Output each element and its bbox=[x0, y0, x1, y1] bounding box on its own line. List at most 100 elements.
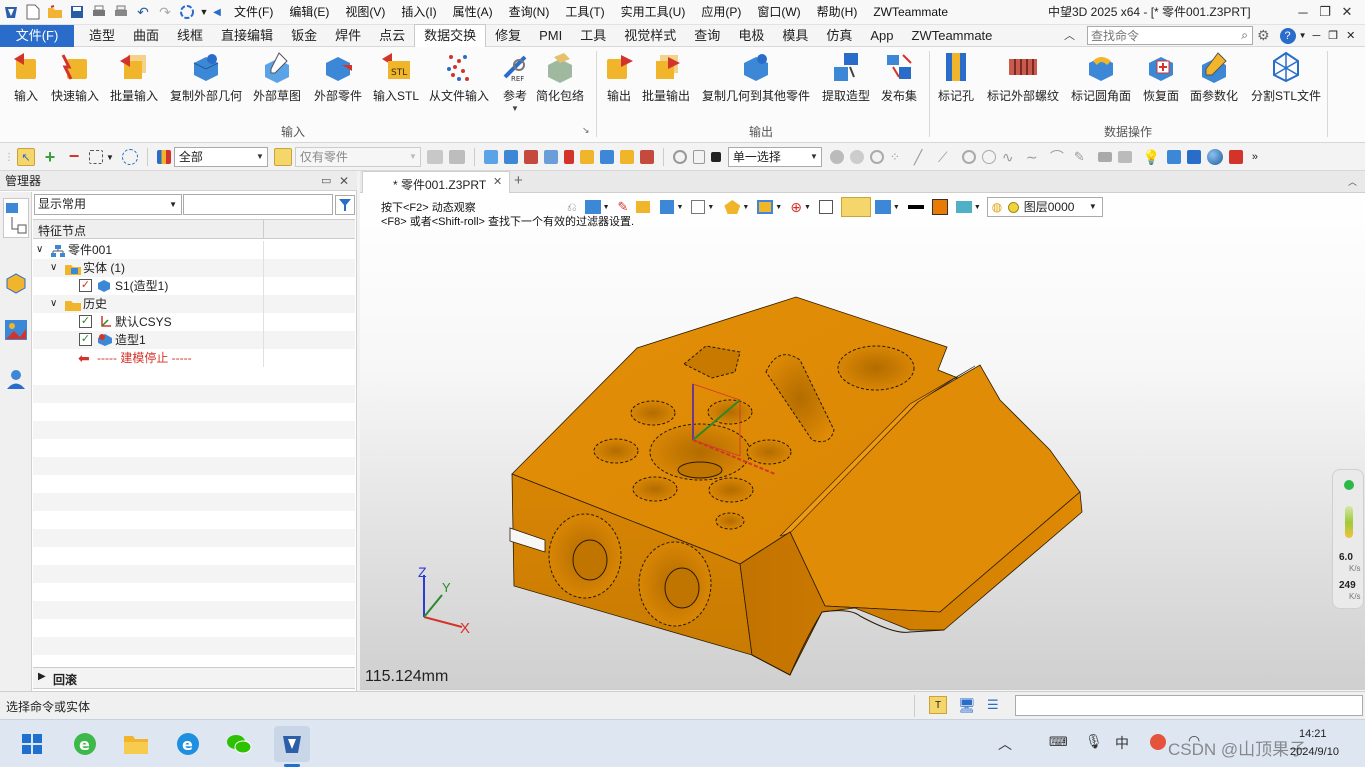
snap-curve-icon[interactable]: ∿ bbox=[1002, 148, 1020, 166]
mark-fillet-face-button[interactable]: 标记圆角面 bbox=[1071, 51, 1131, 104]
simplified-envelope-button[interactable]: 简化包络 bbox=[536, 51, 584, 104]
image-view-icon[interactable] bbox=[4, 319, 28, 344]
tab-modeling[interactable]: 造型 bbox=[80, 25, 124, 47]
tree-column-header[interactable]: 特征节点 bbox=[33, 219, 355, 239]
menu-view[interactable]: 视图(V) bbox=[337, 0, 393, 25]
snap-pen-icon[interactable]: ✎ bbox=[1074, 148, 1092, 166]
tab-point-cloud[interactable]: 点云 bbox=[370, 25, 414, 47]
doc-close-icon[interactable]: ✕ bbox=[1346, 29, 1355, 42]
tree-row-shape[interactable]: ✓ 造型1 bbox=[33, 331, 355, 349]
snap-plane-icon[interactable] bbox=[1097, 152, 1112, 162]
collapse-arrow-icon[interactable]: ◀ bbox=[210, 1, 224, 23]
expand-solids-icon[interactable]: ∨ bbox=[50, 259, 57, 277]
lasso-select-icon[interactable] bbox=[121, 149, 138, 165]
3d-viewport[interactable]: 按下<F2> 动态观察 <F8> 或者<Shift-roll> 查找下一个有效的… bbox=[360, 193, 1365, 690]
import-from-file-button[interactable]: 从文件输入 bbox=[429, 51, 489, 104]
reference-button[interactable]: REF 参考 ▼ bbox=[499, 51, 531, 113]
rollback-panel[interactable]: ▶ 回滚 bbox=[33, 667, 355, 689]
snap-solid-icon[interactable] bbox=[1117, 151, 1132, 163]
menu-edit[interactable]: 编辑(E) bbox=[281, 0, 337, 25]
edge-browser-icon[interactable]: e bbox=[170, 726, 206, 762]
copy-external-geometry-button[interactable]: 复制外部几何 bbox=[170, 51, 242, 104]
snap-icon[interactable] bbox=[672, 150, 687, 164]
tab-mold[interactable]: 模具 bbox=[773, 25, 817, 47]
shape-visibility-checkbox[interactable]: ✓ bbox=[79, 333, 92, 346]
status-list-icon[interactable]: ☰ bbox=[987, 697, 999, 713]
export-button[interactable]: 输出 bbox=[603, 51, 635, 104]
tab-tools[interactable]: 工具 bbox=[571, 25, 615, 47]
pick-shape-icon[interactable] bbox=[523, 150, 538, 164]
tab-simulation[interactable]: 仿真 bbox=[817, 25, 861, 47]
doc-restore-icon[interactable]: ❐ bbox=[1328, 29, 1338, 42]
menu-attribute[interactable]: 属性(A) bbox=[445, 0, 501, 25]
tab-visual-style[interactable]: 视觉样式 bbox=[615, 25, 685, 47]
snap-end-icon[interactable] bbox=[849, 150, 864, 164]
light-bulb-icon[interactable]: 💡 bbox=[1143, 148, 1161, 166]
microphone-icon[interactable]: 🎙 bbox=[1085, 733, 1103, 750]
help-dropdown-icon[interactable]: ▼ bbox=[1299, 31, 1307, 40]
menu-insert[interactable]: 插入(I) bbox=[393, 0, 444, 25]
filter-combo[interactable]: 全部 ▼ bbox=[173, 147, 268, 167]
command-input[interactable] bbox=[1015, 695, 1363, 716]
open-folder-icon[interactable] bbox=[44, 1, 66, 23]
publish-set-button[interactable]: 发布集 bbox=[881, 51, 917, 104]
document-tabs-scroll-icon[interactable]: ︿ bbox=[1348, 175, 1357, 188]
stop-icon[interactable] bbox=[710, 152, 721, 162]
box-select-icon[interactable] bbox=[89, 150, 103, 164]
select-arrow-icon[interactable]: ↖ bbox=[17, 148, 35, 166]
tab-electrode[interactable]: 电极 bbox=[729, 25, 773, 47]
toolbar-overflow-icon[interactable]: » bbox=[1252, 151, 1258, 163]
gear-icon[interactable]: ⚙ bbox=[1257, 27, 1270, 44]
menu-tools[interactable]: 工具(T) bbox=[557, 0, 612, 25]
quick-import-button[interactable]: 快速输入 bbox=[51, 51, 99, 104]
input-method-icon[interactable]: 中 bbox=[1115, 733, 1129, 753]
tab-inquire[interactable]: 查询 bbox=[685, 25, 729, 47]
filter-option-icon[interactable] bbox=[426, 150, 443, 164]
import-stl-button[interactable]: STL 输入STL bbox=[373, 51, 419, 104]
wechat-icon[interactable] bbox=[221, 726, 257, 762]
status-input-icon[interactable]: T bbox=[929, 696, 947, 714]
pick-point-icon[interactable] bbox=[563, 150, 574, 164]
reference-dropdown-icon[interactable]: ▼ bbox=[511, 104, 519, 113]
app-logo-icon[interactable] bbox=[0, 1, 22, 23]
tree-row-s1[interactable]: ✓ S1(造型1) bbox=[33, 277, 355, 295]
mark-external-thread-button[interactable]: 标记外部螺纹 bbox=[987, 51, 1059, 104]
expand-history-icon[interactable]: ∨ bbox=[50, 295, 57, 313]
box-select-dropdown-icon[interactable]: ▼ bbox=[106, 153, 114, 162]
input-group-expand-icon[interactable]: ↘ bbox=[582, 125, 590, 136]
pick-curve-icon[interactable] bbox=[543, 150, 558, 164]
filter-icon[interactable] bbox=[156, 150, 171, 164]
network-monitor-widget[interactable]: 6.0 K/s 249 K/s bbox=[1332, 469, 1364, 609]
zw3d-taskbar-icon[interactable] bbox=[274, 726, 310, 762]
tab-weldment[interactable]: 焊件 bbox=[326, 25, 370, 47]
tab-app[interactable]: App bbox=[861, 25, 902, 47]
extract-shape-button[interactable]: 提取造型 bbox=[822, 51, 870, 104]
face-parameterize-button[interactable]: 面参数化 bbox=[1190, 51, 1238, 104]
pick-component-icon[interactable] bbox=[619, 150, 634, 164]
menu-zwteammate[interactable]: ZWTeammate bbox=[865, 0, 956, 25]
select-mode-combo[interactable]: 单一选择 ▼ bbox=[727, 147, 822, 167]
antivirus-tray-icon[interactable] bbox=[1150, 734, 1166, 750]
tab-pmi[interactable]: PMI bbox=[530, 25, 571, 47]
tree-row-history[interactable]: ∨ 历史 bbox=[33, 295, 355, 313]
shape-view-icon[interactable] bbox=[1186, 150, 1201, 164]
batch-import-button[interactable]: 批量输入 bbox=[110, 51, 158, 104]
snap-mid-icon[interactable] bbox=[869, 150, 884, 164]
part-filter-combo[interactable]: 仅有零件 ▼ bbox=[294, 147, 421, 167]
batch-export-button[interactable]: 批量输出 bbox=[642, 51, 690, 104]
solid-view-icon[interactable] bbox=[1166, 150, 1181, 164]
quick-access-dropdown-icon[interactable]: ▼ bbox=[198, 1, 210, 23]
render-icon[interactable] bbox=[1228, 150, 1243, 164]
part-view-icon[interactable] bbox=[5, 272, 27, 297]
manager-close-icon[interactable]: ✕ bbox=[339, 171, 349, 191]
document-tab[interactable]: * 零件001.Z3PRT ✕ bbox=[362, 171, 510, 193]
restore-face-button[interactable]: 恢复面 bbox=[1143, 51, 1179, 104]
new-file-icon[interactable] bbox=[22, 1, 44, 23]
rollback-expand-icon[interactable]: ▶ bbox=[38, 671, 46, 682]
expand-part-icon[interactable]: ∨ bbox=[36, 241, 43, 259]
document-tab-close-icon[interactable]: ✕ bbox=[493, 175, 502, 188]
external-sketch-button[interactable]: 外部草图 bbox=[253, 51, 301, 104]
command-search-input[interactable] bbox=[1088, 27, 1228, 44]
pick-feature-icon[interactable] bbox=[579, 150, 594, 164]
command-search-box[interactable]: ⌕ bbox=[1087, 26, 1253, 45]
